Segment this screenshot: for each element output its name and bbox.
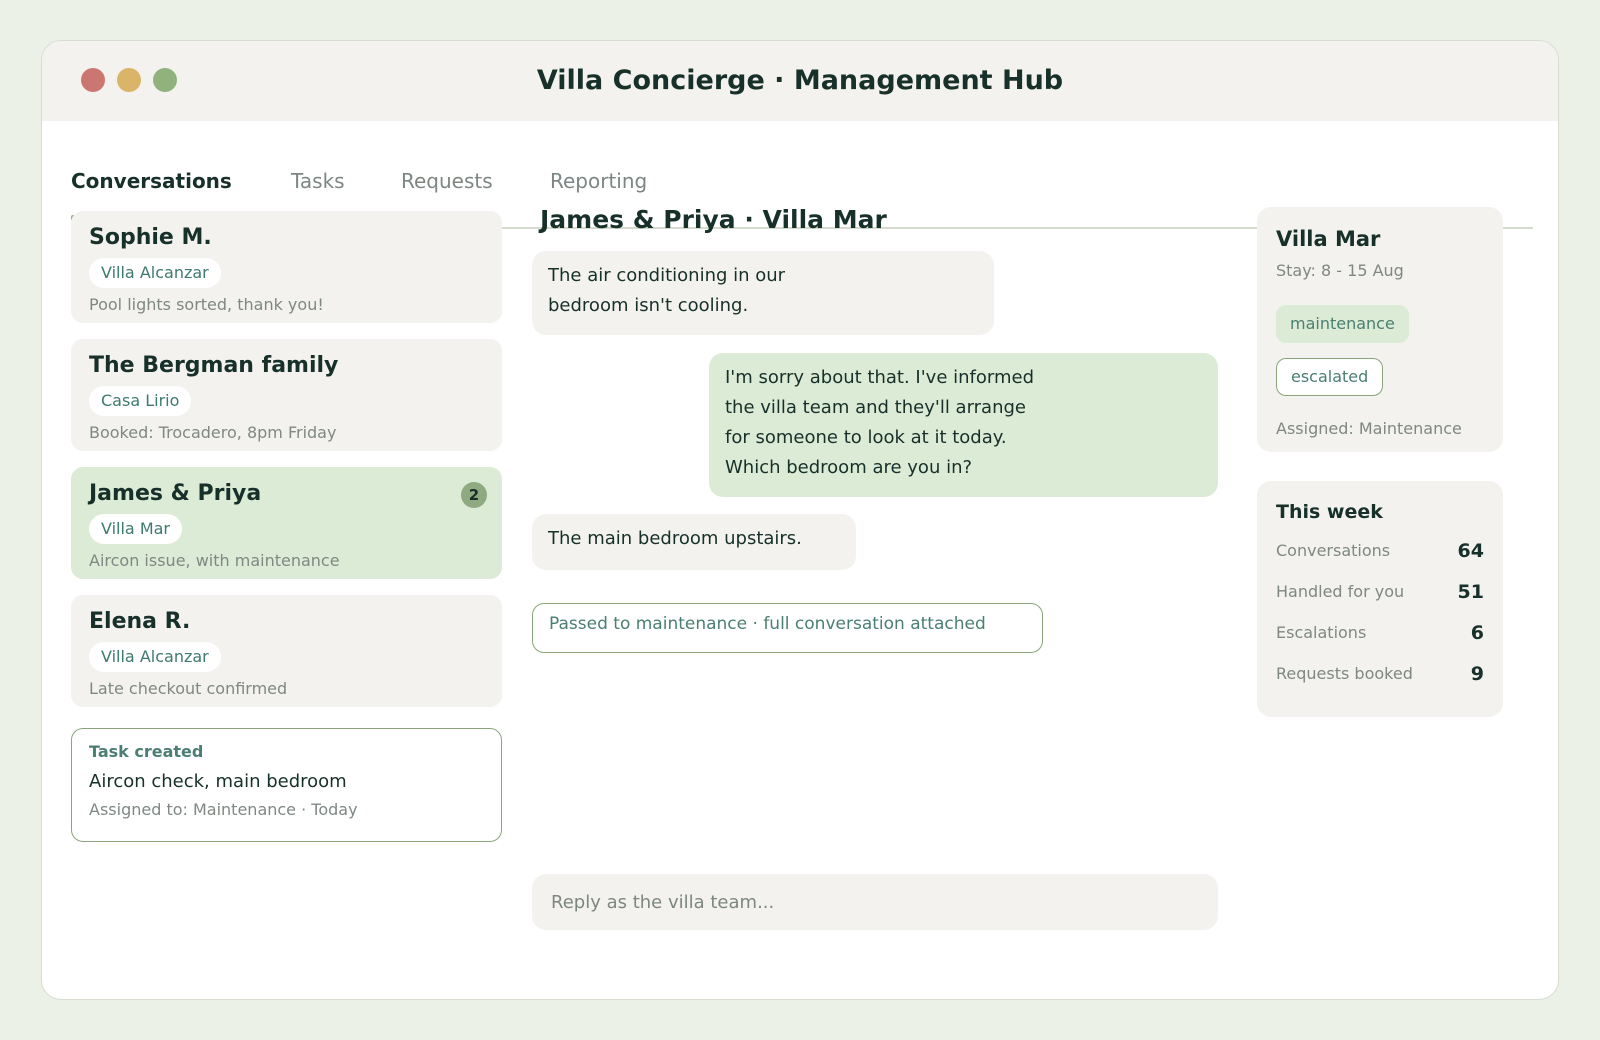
message-line: for someone to look at it today. [725, 427, 1007, 448]
reply-input[interactable] [532, 874, 1218, 930]
stat-label: Escalations [1276, 623, 1367, 642]
villa-chip: Villa Mar [89, 514, 183, 544]
app-window: Villa Concierge · Management Hub Convers… [41, 40, 1559, 1000]
task-meta: Assigned to: Maintenance · Today [89, 800, 358, 819]
chat-header: James & Priya · Villa Mar [540, 205, 887, 234]
conversation-guest-name: Sophie M. [89, 225, 212, 250]
tab-conversations[interactable]: Conversations [71, 169, 232, 193]
conversation-guest-name: James & Priya [89, 481, 262, 506]
stat-label: Requests booked [1276, 664, 1413, 683]
stat-row-handled: Handled for you 51 [1276, 581, 1484, 606]
stat-value: 51 [1457, 581, 1484, 603]
tab-requests[interactable]: Requests [401, 169, 493, 193]
conversation-guest-name: The Bergman family [89, 353, 339, 378]
guest-message-bubble: The main bedroom upstairs. [532, 514, 856, 570]
tag-escalated[interactable]: escalated [1276, 358, 1384, 396]
tab-reporting[interactable]: Reporting [550, 169, 647, 193]
stat-value: 64 [1457, 540, 1484, 562]
stat-label: Handled for you [1276, 582, 1405, 601]
message-line: The main bedroom upstairs. [548, 528, 802, 549]
conversation-guest-name: Elena R. [89, 609, 191, 634]
stat-row-escalations: Escalations 6 [1276, 622, 1484, 647]
reply-box [532, 874, 1218, 930]
villa-chip: Villa Alcanzar [89, 258, 221, 288]
stat-label: Conversations [1276, 541, 1391, 560]
conversation-card-sophie[interactable]: Sophie M. Villa Alcanzar Pool lights sor… [71, 211, 502, 323]
unread-count-badge: 2 [461, 482, 487, 508]
message-line: the villa team and they'll arrange [725, 397, 1026, 418]
message-line: bedroom isn't cooling. [548, 295, 749, 316]
villa-chip: Villa Alcanzar [89, 642, 221, 672]
message-line: The air conditioning in our [548, 265, 786, 286]
villa-name: Villa Mar [1276, 227, 1381, 251]
task-title: Aircon check, main bedroom [89, 771, 347, 792]
message-line: Which bedroom are you in? [725, 457, 973, 478]
stats-title: This week [1276, 501, 1383, 523]
conversation-preview: Aircon issue, with maintenance [89, 551, 340, 570]
stat-value: 9 [1470, 663, 1484, 685]
conversation-card-james-priya[interactable]: James & Priya 2 Villa Mar Aircon issue, … [71, 467, 502, 579]
tab-tasks[interactable]: Tasks [291, 169, 345, 193]
title-bar: Villa Concierge · Management Hub [42, 41, 1558, 121]
conversation-preview: Late checkout confirmed [89, 679, 288, 698]
stat-row-conversations: Conversations 64 [1276, 540, 1484, 565]
stat-row-requests: Requests booked 9 [1276, 663, 1484, 688]
task-heading: Task created [89, 742, 204, 761]
team-message-bubble: I'm sorry about that. I've informed the … [709, 353, 1218, 497]
weekly-stats-card: This week Conversations 64 Handled for y… [1257, 481, 1503, 717]
conversation-preview: Booked: Trocadero, 8pm Friday [89, 423, 337, 442]
window-title: Villa Concierge · Management Hub [536, 65, 1064, 96]
task-created-card[interactable]: Task created Aircon check, main bedroom … [71, 728, 502, 842]
stat-value: 6 [1470, 622, 1484, 644]
guest-message-bubble: The air conditioning in our bedroom isn'… [532, 251, 994, 335]
villa-details-card: Villa Mar Stay: 8 - 15 Aug maintenance e… [1257, 207, 1503, 452]
conversation-preview: Pool lights sorted, thank you! [89, 295, 324, 314]
tag-maintenance[interactable]: maintenance [1276, 305, 1409, 343]
conversation-card-bergman[interactable]: The Bergman family Casa Lirio Booked: Tr… [71, 339, 502, 451]
villa-chip: Casa Lirio [89, 386, 192, 416]
stay-dates: Stay: 8 - 15 Aug [1276, 261, 1404, 280]
message-line: I'm sorry about that. I've informed [725, 367, 1034, 388]
conversation-card-elena[interactable]: Elena R. Villa Alcanzar Late checkout co… [71, 595, 502, 707]
assigned-team: Assigned: Maintenance [1276, 419, 1462, 438]
handoff-notice: Passed to maintenance · full conversatio… [532, 603, 1043, 653]
